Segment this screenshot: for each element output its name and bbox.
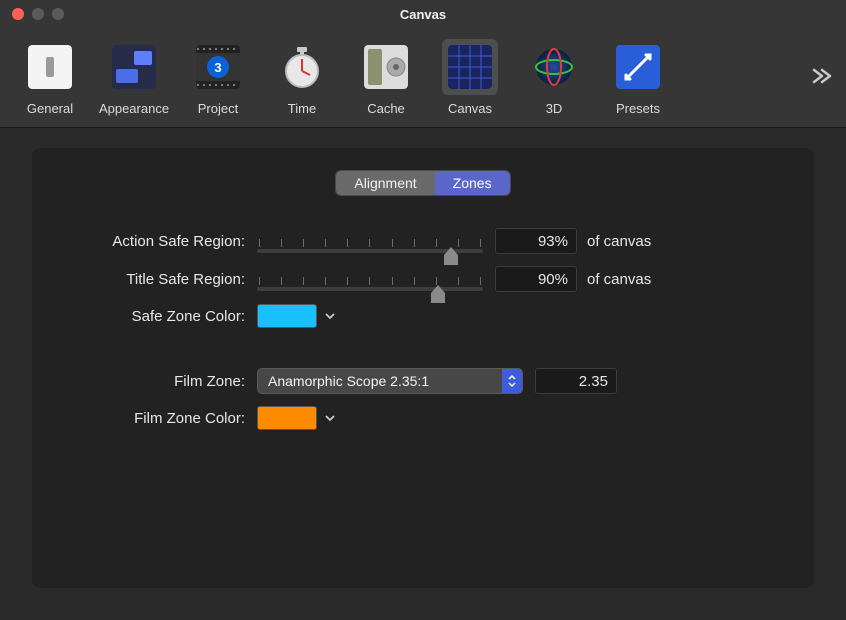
traffic-lights <box>0 8 64 20</box>
title-safe-row: Title Safe Region: 90% of canvas <box>62 266 784 292</box>
film-zone-dropdown-value: Anamorphic Scope 2.35:1 <box>268 373 429 389</box>
chevron-down-icon[interactable] <box>323 411 337 425</box>
film-zone-label: Film Zone: <box>62 373 257 390</box>
action-safe-slider[interactable] <box>257 229 483 253</box>
film-zone-dropdown[interactable]: Anamorphic Scope 2.35:1 <box>257 368 523 394</box>
canvas-icon <box>448 45 492 89</box>
minimize-button[interactable] <box>32 8 44 20</box>
action-safe-suffix: of canvas <box>587 233 651 250</box>
toolbar-overflow-icon[interactable] <box>810 66 834 86</box>
toolbar-label: Cache <box>367 101 405 116</box>
toolbar-item-presets[interactable]: Presets <box>602 39 674 116</box>
film-zone-row: Film Zone: Anamorphic Scope 2.35:1 2.35 <box>62 368 784 394</box>
safe-zone-color-row: Safe Zone Color: <box>62 304 784 328</box>
tab-switcher: Alignment Zones <box>62 170 784 196</box>
content-area: Alignment Zones Action Safe Region: 93% … <box>0 128 846 608</box>
tab-alignment[interactable]: Alignment <box>336 171 434 195</box>
slider-thumb-icon[interactable] <box>442 247 460 267</box>
toolbar-label: Presets <box>616 101 660 116</box>
toolbar-label: Canvas <box>448 101 492 116</box>
titlebar: Canvas <box>0 0 846 28</box>
safe-zone-color-well[interactable] <box>257 304 317 328</box>
cache-icon <box>364 45 408 89</box>
toolbar-label: Project <box>198 101 238 116</box>
toolbar-label: 3D <box>546 101 563 116</box>
title-safe-slider[interactable] <box>257 267 483 291</box>
general-icon <box>28 45 72 89</box>
toolbar-label: General <box>27 101 73 116</box>
film-zone-color-label: Film Zone Color: <box>62 410 257 427</box>
toolbar-item-time[interactable]: Time <box>266 39 338 116</box>
toolbar-item-general[interactable]: General <box>14 39 86 116</box>
project-icon: 3 <box>196 45 240 89</box>
toolbar: General Appearance 3 Project Time Cache … <box>0 28 846 128</box>
toolbar-item-cache[interactable]: Cache <box>350 39 422 116</box>
action-safe-row: Action Safe Region: 93% of canvas <box>62 228 784 254</box>
close-button[interactable] <box>12 8 24 20</box>
toolbar-item-project[interactable]: 3 Project <box>182 39 254 116</box>
title-safe-suffix: of canvas <box>587 271 651 288</box>
title-safe-label: Title Safe Region: <box>62 271 257 288</box>
time-icon <box>280 45 324 89</box>
toolbar-item-appearance[interactable]: Appearance <box>98 39 170 116</box>
tab-zones[interactable]: Zones <box>435 171 510 195</box>
toolbar-item-3d[interactable]: 3D <box>518 39 590 116</box>
appearance-icon <box>112 45 156 89</box>
toolbar-item-canvas[interactable]: Canvas <box>434 39 506 116</box>
presets-icon <box>616 45 660 89</box>
action-safe-value[interactable]: 93% <box>495 228 577 254</box>
3d-icon <box>532 45 576 89</box>
action-safe-label: Action Safe Region: <box>62 233 257 250</box>
title-safe-value[interactable]: 90% <box>495 266 577 292</box>
toolbar-label: Time <box>288 101 316 116</box>
window-title: Canvas <box>400 7 446 22</box>
film-zone-color-well[interactable] <box>257 406 317 430</box>
zoom-button[interactable] <box>52 8 64 20</box>
safe-zone-color-label: Safe Zone Color: <box>62 308 257 325</box>
chevron-down-icon[interactable] <box>323 309 337 323</box>
dropdown-stepper-icon <box>502 369 522 393</box>
toolbar-label: Appearance <box>99 101 169 116</box>
film-zone-color-row: Film Zone Color: <box>62 406 784 430</box>
preferences-pane: Alignment Zones Action Safe Region: 93% … <box>32 148 814 588</box>
svg-text:3: 3 <box>214 60 221 75</box>
film-zone-ratio-value[interactable]: 2.35 <box>535 368 617 394</box>
slider-thumb-icon[interactable] <box>429 285 447 305</box>
